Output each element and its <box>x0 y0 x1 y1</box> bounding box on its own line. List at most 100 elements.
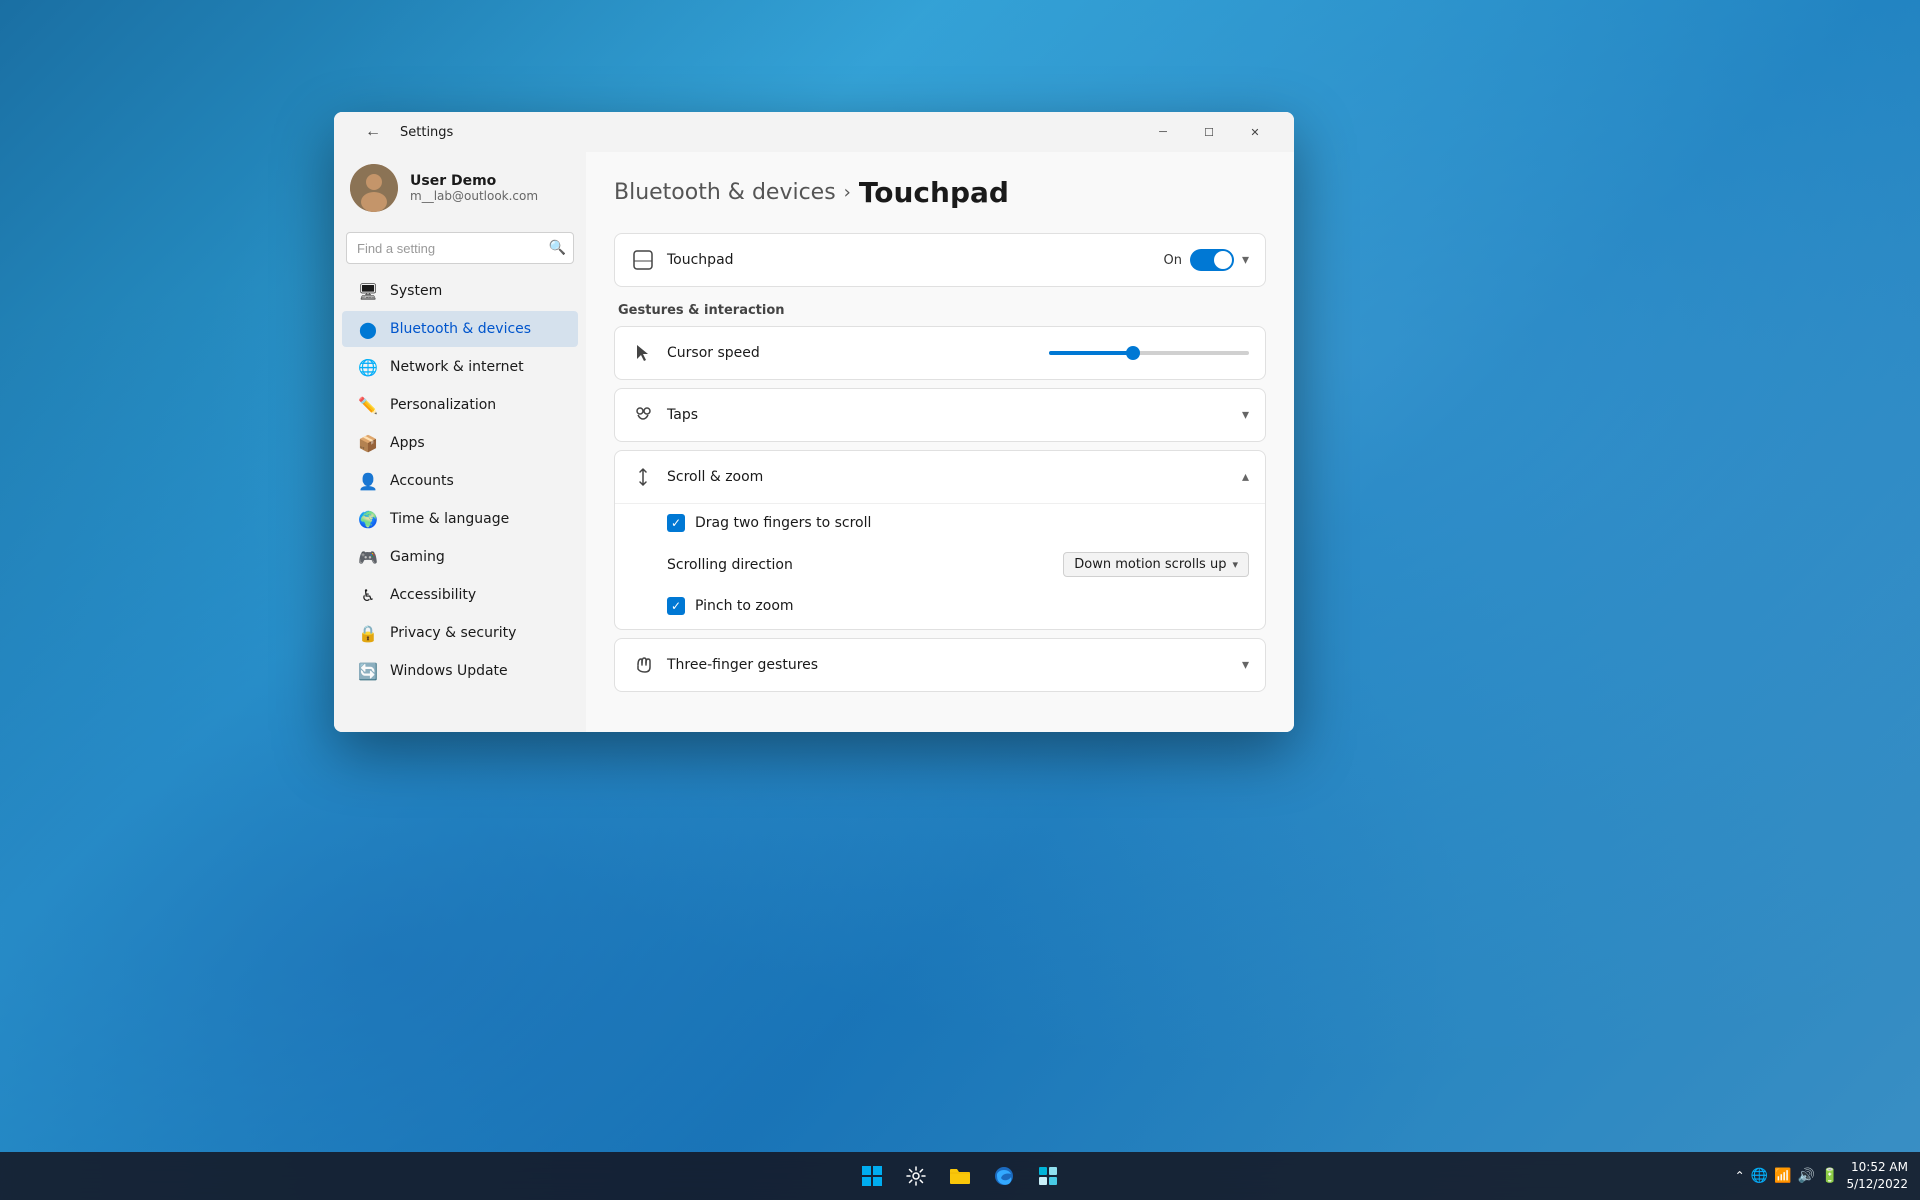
sidebar-item-network-label: Network & internet <box>390 359 524 375</box>
back-button[interactable]: ← <box>350 116 396 148</box>
taskbar-edge-icon[interactable] <box>984 1156 1024 1196</box>
search-icon: 🔍 <box>549 240 566 256</box>
scrolling-direction-label: Scrolling direction <box>667 557 1051 573</box>
touchpad-row: Touchpad On ▾ <box>615 234 1265 286</box>
touchpad-expand-icon[interactable]: ▾ <box>1242 252 1249 268</box>
sidebar-item-gaming[interactable]: 🎮 Gaming <box>342 539 578 575</box>
cursor-speed-row: Cursor speed <box>615 327 1265 379</box>
system-tray-icons: ⌃ 🌐 📶 🔊 🔋 <box>1735 1168 1839 1184</box>
taskbar-store-icon[interactable] <box>1028 1156 1068 1196</box>
main-content: Bluetooth & devices › Touchpad Touchpad … <box>586 152 1294 732</box>
slider-fill <box>1049 351 1133 355</box>
sidebar-item-privacy-label: Privacy & security <box>390 625 516 641</box>
window-controls: ─ ☐ ✕ <box>1140 116 1278 148</box>
scroll-zoom-card: Scroll & zoom ▴ ✓ Drag two fingers to sc… <box>614 450 1266 630</box>
sidebar-item-accessibility-label: Accessibility <box>390 587 476 603</box>
privacy-icon: 🔒 <box>358 623 378 643</box>
sidebar-item-bluetooth[interactable]: ⬤ Bluetooth & devices <box>342 311 578 347</box>
three-finger-label: Three-finger gestures <box>667 657 1230 673</box>
accessibility-icon: ♿ <box>358 585 378 605</box>
user-name: User Demo <box>410 173 570 189</box>
wifi-icon[interactable]: 📶 <box>1774 1168 1791 1184</box>
sidebar-item-privacy[interactable]: 🔒 Privacy & security <box>342 615 578 651</box>
maximize-button[interactable]: ☐ <box>1186 116 1232 148</box>
volume-icon[interactable]: 🔊 <box>1798 1168 1815 1184</box>
sidebar-item-system[interactable]: 🖥 System <box>342 273 578 309</box>
sidebar-item-time[interactable]: 🌍 Time & language <box>342 501 578 537</box>
sidebar-item-accessibility[interactable]: ♿ Accessibility <box>342 577 578 613</box>
taskbar-date-display: 5/12/2022 <box>1846 1176 1908 1193</box>
touchpad-label: Touchpad <box>667 252 1151 268</box>
pinch-to-zoom-row: ✓ Pinch to zoom <box>615 587 1265 629</box>
drag-two-fingers-checkbox[interactable]: ✓ <box>667 514 685 532</box>
gaming-icon: 🎮 <box>358 547 378 567</box>
scrolling-direction-dropdown[interactable]: Down motion scrolls up ▾ <box>1063 552 1249 577</box>
taskbar-time-display: 10:52 AM <box>1846 1159 1908 1176</box>
three-finger-expand-icon[interactable]: ▾ <box>1242 657 1249 673</box>
scroll-zoom-collapse-icon[interactable]: ▴ <box>1242 469 1249 485</box>
network-icon: 🌐 <box>358 357 378 377</box>
update-icon: 🔄 <box>358 661 378 681</box>
drag-two-fingers-label: Drag two fingers to scroll <box>695 515 871 531</box>
taskbar: ⌃ 🌐 📶 🔊 🔋 10:52 AM 5/12/2022 <box>0 1152 1920 1200</box>
scroll-zoom-icon <box>631 465 655 489</box>
sidebar-item-gaming-label: Gaming <box>390 549 445 565</box>
sidebar-item-system-label: System <box>390 283 442 299</box>
slider-thumb[interactable] <box>1126 346 1140 360</box>
scrolling-direction-value: Down motion scrolls up <box>1074 557 1226 572</box>
taskbar-clock[interactable]: 10:52 AM 5/12/2022 <box>1846 1159 1908 1193</box>
sidebar: User Demo m__lab@outlook.com 🔍 🖥 System … <box>334 152 586 732</box>
sidebar-item-time-label: Time & language <box>390 511 509 527</box>
sidebar-item-accounts[interactable]: 👤 Accounts <box>342 463 578 499</box>
settings-window: ← Settings ─ ☐ ✕ User Demo m_ <box>334 112 1294 732</box>
cursor-speed-control <box>1049 351 1249 355</box>
cursor-speed-label: Cursor speed <box>667 345 1037 361</box>
sidebar-item-apps[interactable]: 📦 Apps <box>342 425 578 461</box>
battery-icon[interactable]: 🔋 <box>1821 1168 1838 1184</box>
scroll-zoom-header[interactable]: Scroll & zoom ▴ <box>615 451 1265 503</box>
taps-row[interactable]: Taps ▾ <box>615 389 1265 441</box>
time-icon: 🌍 <box>358 509 378 529</box>
taps-card: Taps ▾ <box>614 388 1266 442</box>
avatar <box>350 164 398 212</box>
pinch-to-zoom-label: Pinch to zoom <box>695 598 794 614</box>
sidebar-item-network[interactable]: 🌐 Network & internet <box>342 349 578 385</box>
user-section[interactable]: User Demo m__lab@outlook.com <box>334 152 586 232</box>
touchpad-toggle[interactable] <box>1190 249 1234 271</box>
touchpad-right: On ▾ <box>1163 249 1249 271</box>
accounts-icon: 👤 <box>358 471 378 491</box>
cursor-speed-slider[interactable] <box>1049 351 1249 355</box>
sidebar-item-update[interactable]: 🔄 Windows Update <box>342 653 578 689</box>
minimize-button[interactable]: ─ <box>1140 116 1186 148</box>
taskbar-right: ⌃ 🌐 📶 🔊 🔋 10:52 AM 5/12/2022 <box>1735 1159 1908 1193</box>
user-info: User Demo m__lab@outlook.com <box>410 173 570 203</box>
taskbar-settings-icon[interactable] <box>896 1156 936 1196</box>
search-box: 🔍 <box>346 232 574 264</box>
search-input[interactable] <box>346 232 574 264</box>
start-button[interactable] <box>852 1156 892 1196</box>
personalization-icon: ✏️ <box>358 395 378 415</box>
sidebar-item-accounts-label: Accounts <box>390 473 454 489</box>
close-button[interactable]: ✕ <box>1232 116 1278 148</box>
content-area: User Demo m__lab@outlook.com 🔍 🖥 System … <box>334 152 1294 732</box>
tray-arrow-icon[interactable]: ⌃ <box>1735 1169 1745 1183</box>
checkbox-check-icon: ✓ <box>671 516 681 530</box>
taps-expand-icon[interactable]: ▾ <box>1242 407 1249 423</box>
pinch-to-zoom-checkbox[interactable]: ✓ <box>667 597 685 615</box>
scroll-zoom-label: Scroll & zoom <box>667 469 1230 485</box>
three-finger-row[interactable]: Three-finger gestures ▾ <box>615 639 1265 691</box>
bluetooth-icon: ⬤ <box>358 319 378 339</box>
window-title: Settings <box>400 125 1140 140</box>
user-email: m__lab@outlook.com <box>410 189 570 203</box>
taps-label: Taps <box>667 407 1230 423</box>
network-tray-icon[interactable]: 🌐 <box>1751 1168 1768 1184</box>
taskbar-explorer-icon[interactable] <box>940 1156 980 1196</box>
three-finger-card: Three-finger gestures ▾ <box>614 638 1266 692</box>
sidebar-item-update-label: Windows Update <box>390 663 508 679</box>
breadcrumb-parent[interactable]: Bluetooth & devices <box>614 180 836 205</box>
touchpad-state: On <box>1163 253 1181 268</box>
taps-icon <box>631 403 655 427</box>
scroll-zoom-body: ✓ Drag two fingers to scroll Scrolling d… <box>615 503 1265 629</box>
sidebar-item-apps-label: Apps <box>390 435 425 451</box>
sidebar-item-personalization[interactable]: ✏️ Personalization <box>342 387 578 423</box>
